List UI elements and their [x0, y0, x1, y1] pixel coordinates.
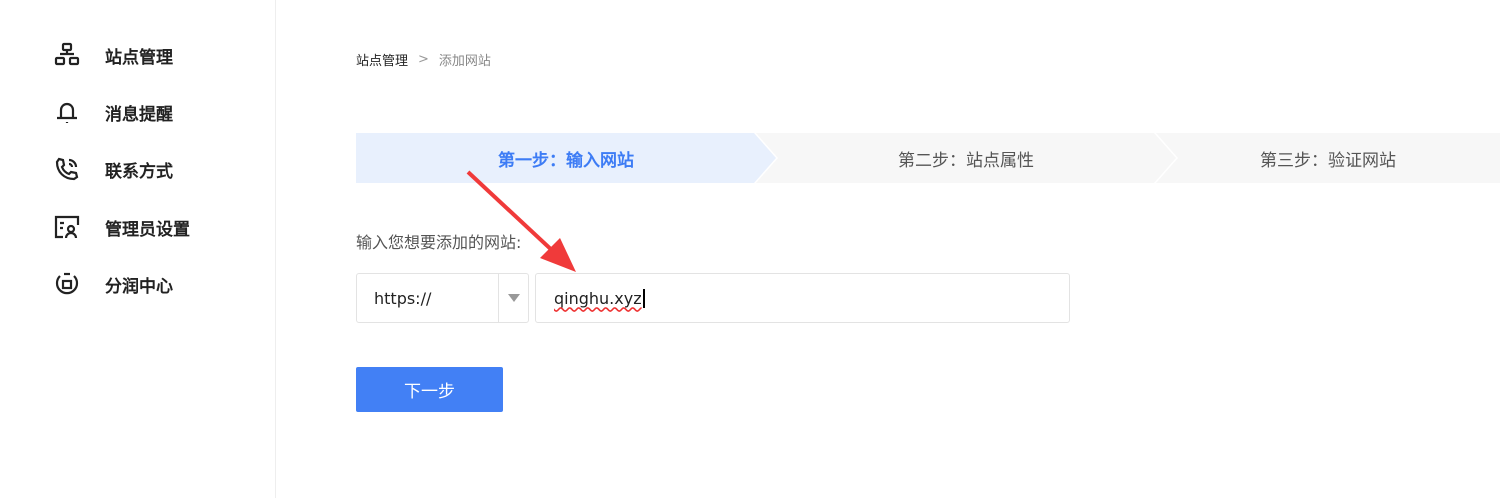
website-input[interactable]: qinghu.xyz: [535, 273, 1070, 323]
breadcrumb-root[interactable]: 站点管理: [356, 50, 408, 69]
sidebar-item-label: 管理员设置: [105, 219, 190, 240]
sidebar-item-label: 消息提醒: [105, 104, 173, 125]
sidebar-item-site-management[interactable]: 站点管理: [54, 40, 173, 70]
protocol-value: https://: [357, 274, 499, 322]
admin-user-icon: [54, 215, 80, 239]
sidebar-item-revenue[interactable]: 分润中心: [54, 269, 173, 299]
breadcrumb-current: 添加网站: [438, 54, 491, 69]
bell-icon: [57, 102, 77, 123]
sidebar-item-label: 站点管理: [105, 47, 173, 68]
sidebar: 站点管理 消息提醒 联系方式 管理员设置 分润中心: [0, 0, 276, 498]
chevron-right-icon: >: [418, 52, 429, 67]
sidebar-item-notifications[interactable]: 消息提醒: [54, 97, 173, 127]
website-label: 输入您想要添加的网站:: [356, 233, 522, 252]
sidebar-item-label: 联系方式: [105, 161, 173, 182]
sitemap-icon: [54, 42, 80, 66]
phone-icon: [55, 157, 79, 181]
step-3: 第三步：验证网站: [1156, 133, 1500, 183]
revenue-icon: [55, 272, 79, 295]
sidebar-item-contact[interactable]: 联系方式: [54, 154, 173, 184]
protocol-select[interactable]: https://: [356, 273, 529, 323]
sidebar-item-label: 分润中心: [105, 276, 173, 297]
sidebar-item-admin-settings[interactable]: 管理员设置: [54, 212, 190, 242]
breadcrumb: 站点管理 > 添加网站: [356, 50, 491, 69]
step-1: 第一步：输入网站: [356, 133, 776, 183]
website-input-value: qinghu.xyz: [554, 288, 645, 308]
step-2: 第二步：站点属性: [756, 133, 1176, 183]
caret-down-icon[interactable]: [499, 294, 528, 302]
steps-progress: 第一步：输入网站 第二步：站点属性 第三步：验证网站: [356, 133, 1500, 183]
next-step-button[interactable]: 下一步: [356, 367, 503, 412]
